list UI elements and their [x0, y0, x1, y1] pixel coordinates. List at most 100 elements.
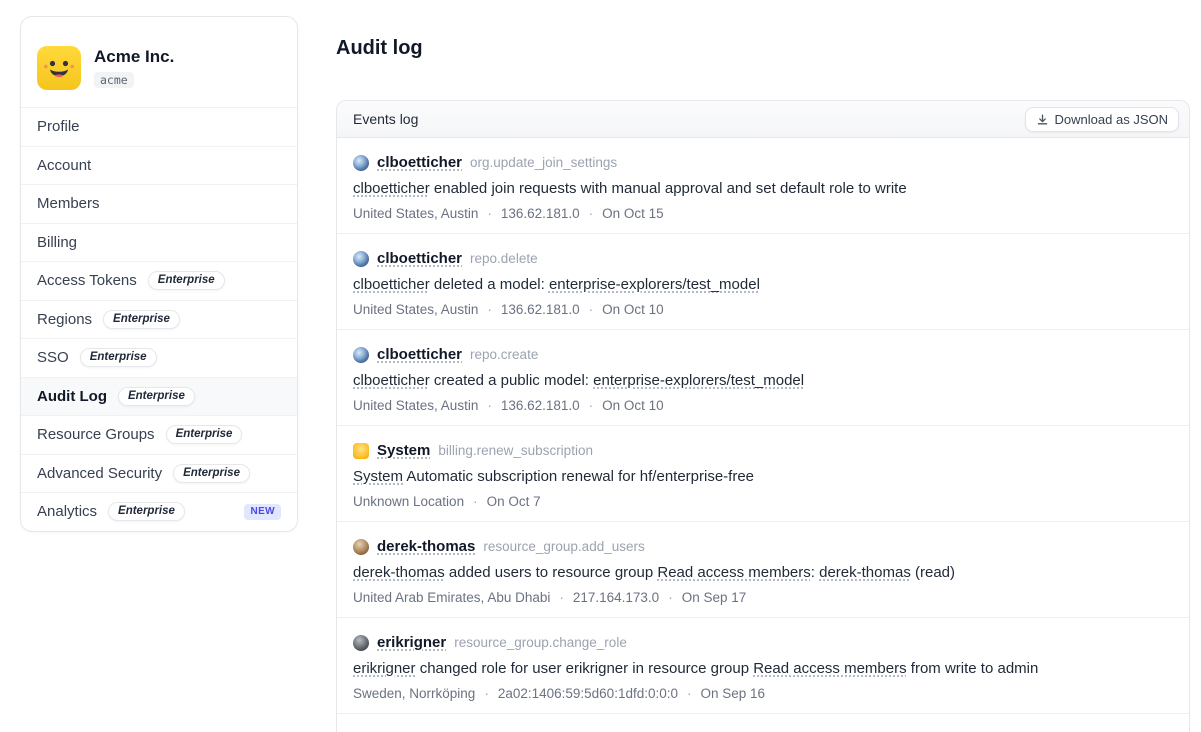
sidebar-item-analytics[interactable]: AnalyticsEnterpriseNEW [21, 492, 297, 531]
event-meta-item: On Sep 16 [701, 686, 766, 701]
event-description: erikrigner changed role for user erikrig… [353, 659, 1173, 679]
event-action-code: resource_group.add_users [483, 539, 644, 554]
event-description: clboetticher deleted a model: enterprise… [353, 275, 1173, 295]
user-avatar-icon [353, 155, 369, 171]
event-header: clboetticher repo.delete [353, 250, 1173, 267]
event-username[interactable]: clboetticher [377, 346, 462, 363]
event-description-text: from write to admin [907, 660, 1039, 677]
event-description-text: deleted a model: [430, 276, 549, 293]
event-entity-link[interactable]: clboetticher [353, 372, 430, 389]
main-content: Audit log Events log Download as JSON cl… [336, 0, 1190, 732]
event-username[interactable]: clboetticher [377, 154, 462, 171]
separator-dot: · [589, 302, 594, 317]
event-entity-link[interactable]: clboetticher [353, 276, 430, 293]
event-description: derek-thomas added users to resource gro… [353, 563, 1173, 583]
event-username[interactable]: erikrigner [377, 634, 446, 651]
event-meta-item: Sweden, Norrköping [353, 686, 475, 701]
sidebar-item-label: Advanced Security [37, 465, 162, 482]
user-avatar-icon [353, 443, 369, 459]
sidebar-item-label: Billing [37, 234, 77, 251]
event-meta-item: 2a02:1406:59:5d60:1dfd:0:0:0 [498, 686, 678, 701]
sidebar-item-profile[interactable]: Profile [21, 107, 297, 146]
org-settings-sidebar: Acme Inc. acme Profile Account Members Bill… [20, 16, 298, 532]
event-entity-link[interactable]: derek-thomas [819, 564, 911, 581]
event-header: erikrigner resource_group.change_role [353, 634, 1173, 651]
sidebar-item-label: Audit Log [37, 388, 107, 405]
audit-event: erikrignerresource_group.change_roleerik… [337, 618, 1189, 714]
event-action-code: resource_group.change_role [454, 635, 627, 650]
events-panel-title: Events log [353, 111, 418, 127]
separator-dot: · [668, 590, 673, 605]
sidebar-item-label: Regions [37, 311, 92, 328]
audit-event: System billing.renew_subscription System A… [337, 426, 1189, 522]
audit-event: clboetticher repo.delete clboetticher dele… [337, 234, 1189, 330]
event-meta: Unknown Location·On Oct 7 [353, 494, 1173, 509]
event-username[interactable]: System [377, 442, 430, 459]
org-meta: Acme Inc. acme [94, 46, 174, 89]
separator-dot: · [487, 206, 492, 221]
event-meta-item: Unknown Location [353, 494, 464, 509]
event-description-text: (read) [911, 564, 955, 581]
separator-dot: · [559, 590, 564, 605]
download-button-label: Download as JSON [1055, 112, 1168, 127]
sidebar-item-audit-log[interactable]: Audit LogEnterprise [21, 377, 297, 416]
event-meta-item: 136.62.181.0 [501, 398, 580, 413]
event-meta-item: 217.164.173.0 [573, 590, 659, 605]
event-username[interactable]: clboetticher [377, 250, 462, 267]
event-entity-link[interactable]: clboetticher [353, 180, 430, 197]
sidebar-item-sso[interactable]: SSOEnterprise [21, 338, 297, 377]
settings-page: Acme Inc. acme Profile Account Members Bill… [0, 0, 1201, 732]
event-entity-link[interactable]: enterprise-explorers/test_model [549, 276, 760, 293]
event-description-text: : [811, 564, 819, 581]
event-meta-item: On Sep 17 [682, 590, 747, 605]
event-username[interactable]: derek-thomas [377, 538, 475, 555]
sidebar-item-label: Members [37, 195, 100, 212]
sidebar-item-advanced-security[interactable]: Advanced SecurityEnterprise [21, 454, 297, 493]
sidebar-item-label: SSO [37, 349, 69, 366]
event-entity-link[interactable]: erikrigner [353, 660, 416, 677]
sidebar-menu: Profile Account Members Billing Access Token… [21, 107, 297, 531]
event-action-code: org.update_join_settings [470, 155, 617, 170]
event-entity-link[interactable]: Read access members [657, 564, 810, 581]
sidebar-item-resource-groups[interactable]: Resource Groups Enterprise [21, 415, 297, 454]
event-entity-link[interactable]: derek-thomas [353, 564, 445, 581]
event-action-code: billing.renew_subscription [438, 443, 593, 458]
event-meta: United States, Austin·136.62.181.0·On Oc… [353, 302, 1173, 317]
sidebar-item-access-tokens[interactable]: Access Tokens Enterprise [21, 261, 297, 300]
event-entity-link[interactable]: System [353, 468, 403, 485]
download-json-button[interactable]: Download as JSON [1025, 107, 1179, 132]
event-header: clboetticher repo.create [353, 346, 1173, 363]
sidebar-item-billing[interactable]: Billing [21, 223, 297, 262]
sidebar-item-members[interactable]: Members [21, 184, 297, 223]
event-header: System billing.renew_subscription [353, 442, 1173, 459]
event-description: clboetticher enabled join requests with … [353, 179, 1173, 199]
sidebar-item-regions[interactable]: Regions Enterprise [21, 300, 297, 339]
sidebar-item-account[interactable]: Account [21, 146, 297, 185]
event-meta-item: 136.62.181.0 [501, 206, 580, 221]
event-header: clboetticher org.update_join_settings [353, 154, 1173, 171]
org-header: Acme Inc. acme [21, 17, 297, 107]
event-action-code: repo.create [470, 347, 538, 362]
event-entity-link[interactable]: Read access members [753, 660, 906, 677]
event-meta: United States, Austin·136.62.181.0·On Oc… [353, 398, 1173, 413]
event-action-code: repo.delete [470, 251, 538, 266]
event-description-text: changed role for user erikrigner in reso… [416, 660, 754, 677]
event-meta-item: United States, Austin [353, 206, 478, 221]
enterprise-badge: Enterprise [103, 310, 180, 329]
sidebar-item-label: Account [37, 157, 91, 174]
event-meta-item: 136.62.181.0 [501, 302, 580, 317]
audit-event: derek-thomasresource_group.add_usersdere… [337, 522, 1189, 618]
event-description: System Automatic subscription renewal fo… [353, 467, 1173, 487]
enterprise-badge: Enterprise [148, 271, 225, 290]
sidebar-item-label: Access Tokens [37, 272, 137, 289]
event-meta: United States, Austin·136.62.181.0·On Oc… [353, 206, 1173, 221]
events-panel-header: Events log Download as JSON [337, 101, 1189, 138]
event-entity-link[interactable]: enterprise-explorers/test_model [593, 372, 804, 389]
enterprise-badge: Enterprise [166, 425, 243, 444]
sidebar-item-label: Profile [37, 118, 80, 135]
sidebar-item-label: Resource Groups [37, 426, 155, 443]
event-description: clboetticher created a public model: ent… [353, 371, 1173, 391]
event-meta-item: On Oct 10 [602, 302, 664, 317]
download-icon [1036, 113, 1049, 126]
event-header: derek-thomas resource_group.add_users [353, 538, 1173, 555]
